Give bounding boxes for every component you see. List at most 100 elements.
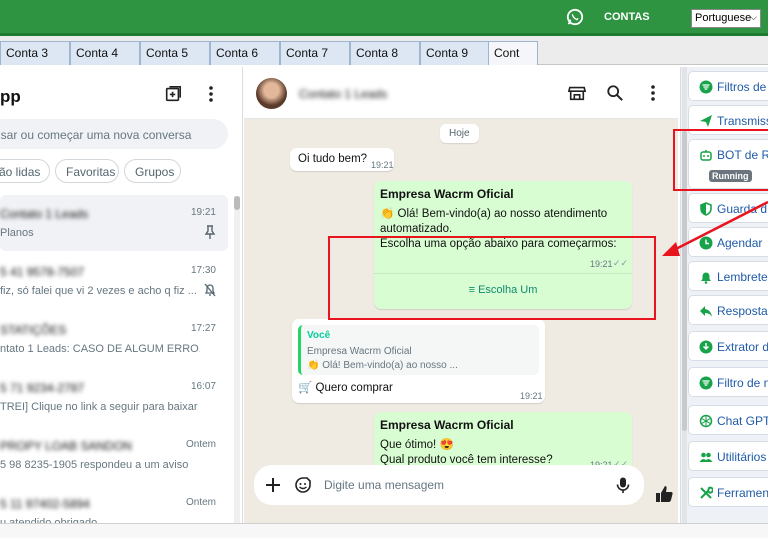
tool-label: Respostas: [717, 304, 768, 318]
filter-chip-favorites[interactable]: Favoritas: [55, 159, 119, 183]
robot-icon: [700, 150, 712, 161]
message-composer: Digite uma mensagem: [254, 465, 644, 505]
thumbs-up-icon[interactable]: [654, 484, 674, 504]
tool-button-extrator[interactable]: Extrator d: [688, 331, 768, 361]
tab-conta-9[interactable]: Conta 9: [420, 41, 490, 65]
tool-label: Extrator d: [717, 340, 768, 354]
menu-dots-icon[interactable]: [205, 85, 217, 103]
chevron-down-icon: ⌵: [750, 12, 757, 22]
tool-button-respostas[interactable]: Respostas: [688, 295, 768, 325]
language-value: Portuguese: [695, 12, 752, 24]
bottom-bar: [0, 523, 768, 538]
chat-list-item[interactable]: Contato 1 Leads 19:21 Planos: [0, 195, 228, 251]
tab-conta-8[interactable]: Conta 8: [350, 41, 420, 65]
new-chat-icon[interactable]: [164, 85, 182, 103]
tools-scrollbar[interactable]: [682, 67, 687, 523]
tool-button-ferramentas[interactable]: Ferrament: [688, 477, 768, 507]
list-menu-button[interactable]: ≡ Escolha Um: [374, 273, 632, 307]
list-button-label: Escolha Um: [478, 284, 538, 296]
quoted-message[interactable]: Você Empresa Wacrm Oficial 👏 Olá! Bem-vi…: [298, 325, 539, 375]
tool-label: Filtro de n: [717, 376, 768, 390]
date-badge: Hoje: [440, 124, 479, 143]
tool-button-filtro-numeros[interactable]: Filtro de n: [688, 367, 768, 397]
tools-icon: [700, 486, 713, 499]
scrollbar-thumb[interactable]: [682, 131, 687, 431]
language-select[interactable]: Portuguese ⌵: [691, 9, 761, 28]
microphone-icon[interactable]: [614, 476, 632, 494]
annotation-arrow: [662, 200, 768, 256]
incoming-message[interactable]: Você Empresa Wacrm Oficial 👏 Olá! Bem-vi…: [292, 319, 545, 403]
message-time: 19:21: [520, 391, 543, 401]
contact-avatar[interactable]: [256, 78, 287, 109]
tool-button-filtros[interactable]: Filtros de: [688, 71, 768, 101]
tool-button-transmissao[interactable]: Transmiss: [688, 105, 768, 135]
chat-preview: Planos: [0, 227, 34, 239]
chat-preview: ntato 1 Leads: CASO DE ALGUM ERRO, EXE..…: [0, 343, 200, 355]
contact-name[interactable]: Contato 1 Leads: [299, 87, 387, 101]
tool-button-bot[interactable]: BOT de Re Running: [688, 139, 768, 189]
chat-name: 5 41 9578-7507: [0, 265, 85, 279]
menu-dots-icon[interactable]: [647, 84, 659, 102]
message-input[interactable]: Digite uma mensagem: [324, 478, 444, 492]
chat-preview: fiz, só falei que vi 2 vezes e acho q fi…: [0, 285, 197, 297]
chat-list-pane: pp isar ou começar uma nova conversa ão …: [0, 67, 243, 529]
incoming-message[interactable]: Oi tudo bem? 19:21: [290, 148, 394, 171]
chat-time: 17:30: [190, 265, 216, 276]
send-icon: [700, 115, 712, 127]
chat-name: 5 11 97402-5894: [0, 497, 90, 511]
running-status-badge: Running: [709, 170, 752, 182]
chat-list-scrollbar[interactable]: [234, 196, 240, 526]
message-sender: Empresa Wacrm Oficial: [380, 418, 514, 432]
filter-chip-groups[interactable]: Grupos: [124, 159, 181, 183]
sticker-icon[interactable]: [294, 476, 312, 494]
reply-icon: [700, 306, 712, 317]
bell-icon: [701, 272, 711, 284]
tab-conta-3[interactable]: Conta 3: [0, 41, 70, 65]
message-text: Escolha uma opção abaixo para começarmos…: [380, 238, 617, 250]
chat-name: STATIÇÕES: [0, 323, 67, 337]
tab-conta-6[interactable]: Conta 6: [210, 41, 280, 65]
download-icon: [699, 340, 713, 354]
tab-conta-5[interactable]: Conta 5: [140, 41, 210, 65]
tool-button-utilitarios[interactable]: Utilitários: [688, 441, 768, 471]
list-icon: ≡: [468, 284, 479, 296]
chat-list-item[interactable]: 5 71 9234-2787 16:07 TREI] Clique no lin…: [0, 369, 228, 425]
filter-chip-unread[interactable]: ão lidas: [0, 159, 50, 183]
chat-name: 5 71 9234-2787: [0, 381, 85, 395]
search-icon[interactable]: [606, 84, 624, 102]
search-input[interactable]: isar ou começar uma nova conversa: [0, 119, 228, 149]
filter-icon: [699, 80, 713, 94]
message-time: 19:21: [371, 160, 394, 170]
users-icon: [699, 452, 713, 462]
store-icon[interactable]: [568, 84, 586, 102]
scrollbar-thumb[interactable]: [234, 196, 240, 210]
chat-list-item[interactable]: STATIÇÕES 17:27 ntato 1 Leads: CASO DE A…: [0, 311, 228, 367]
message-text: automatizado.: [380, 223, 453, 235]
accounts-label[interactable]: CONTAS: [604, 11, 650, 23]
tab-conta-4[interactable]: Conta 4: [70, 41, 140, 65]
outgoing-message[interactable]: Empresa Wacrm Oficial Que ótimo! 😍 Qual …: [374, 412, 632, 472]
tool-label: Transmiss: [717, 114, 768, 128]
whatsapp-icon[interactable]: [566, 8, 584, 26]
message-text: 🛒 Quero comprar: [298, 382, 393, 394]
double-check-icon: ✓✓: [613, 258, 629, 268]
account-tab-bar: Conta 3 Conta 4 Conta 5 Conta 6 Conta 7 …: [0, 36, 768, 65]
tab-conta-7[interactable]: Conta 7: [280, 41, 350, 65]
conversation-pane: Contato 1 Leads Hoje Oi tudo bem? 19:21 …: [244, 67, 678, 523]
message-text: Oi tudo bem?: [298, 153, 368, 165]
message-sender: Empresa Wacrm Oficial: [380, 187, 514, 201]
plus-icon[interactable]: [264, 476, 282, 494]
chat-list-item[interactable]: 5 41 9578-7507 17:30 fiz, só falei que v…: [0, 253, 228, 309]
conversation-header[interactable]: Contato 1 Leads: [244, 67, 678, 119]
filter-icon: [699, 376, 713, 390]
chat-name: Contato 1 Leads: [0, 207, 89, 221]
chat-list: Contato 1 Leads 19:21 Planos 5 41 9578-7…: [0, 191, 243, 529]
app-title: pp: [0, 87, 21, 106]
tab-conta-10[interactable]: Cont: [488, 41, 538, 65]
message-time: 19:21: [590, 259, 613, 269]
chat-list-item[interactable]: PROPY LOAB SANDON Ontem 5 98 8235-1905 r…: [0, 427, 228, 483]
tool-button-chatgpt[interactable]: Chat GPT: [688, 405, 768, 435]
quote-sender: Empresa Wacrm Oficial: [307, 346, 412, 357]
message-text: Que ótimo! 😍: [380, 439, 454, 451]
outgoing-message[interactable]: Empresa Wacrm Oficial 👏 Olá! Bem-vindo(a…: [374, 181, 632, 309]
